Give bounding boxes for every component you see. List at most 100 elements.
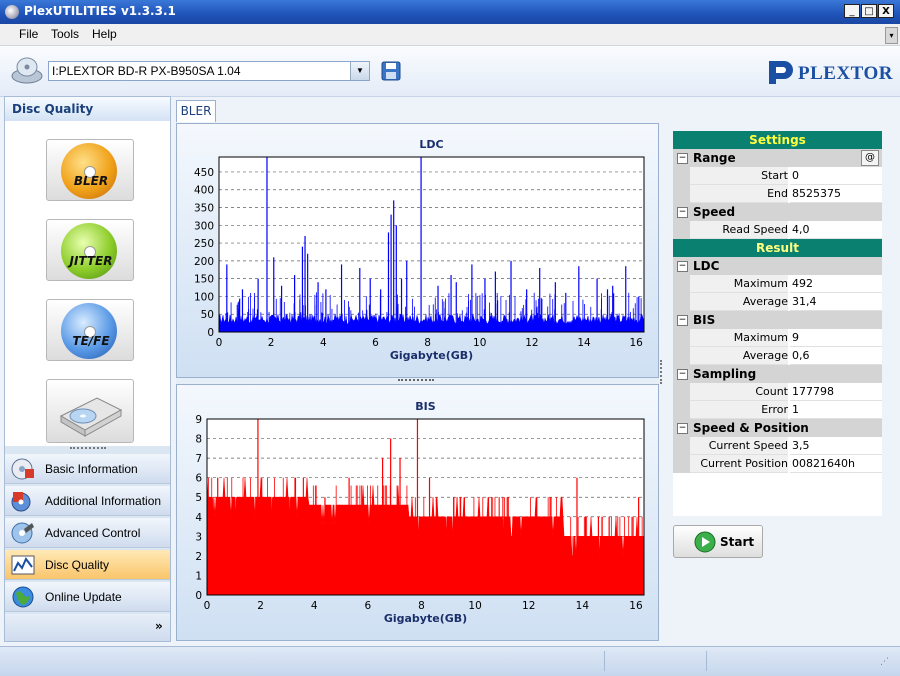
jitter-button[interactable]: JITTER [46, 219, 134, 281]
nav-basic-information-label: Basic Information [45, 462, 138, 476]
range-start-label: Start [690, 167, 788, 185]
save-icon[interactable] [381, 61, 401, 81]
sampling-error-value: 1 [790, 401, 882, 419]
speed-group-label: Speed [693, 205, 736, 219]
app-icon [5, 5, 19, 19]
x-axis-label: Gigabyte(GB) [390, 349, 473, 362]
nav-disc-quality[interactable]: Disc Quality [5, 550, 170, 580]
bis-avg-value: 0,6 [790, 347, 882, 365]
vertical-splitter-grip[interactable] [660, 360, 665, 384]
sampling-count-value: 177798 [790, 383, 882, 401]
chart-title: LDC [419, 138, 443, 151]
collapse-icon[interactable]: − [677, 423, 688, 434]
nav-online-update[interactable]: Online Update [5, 582, 170, 612]
ldc-chart: LDC 0 50 100 150 200 250 300 350 400 450 0 2 4 6 8 10 12 1… [194, 138, 645, 362]
bler-button[interactable]: BLER [46, 139, 134, 201]
bis-max-value: 9 [790, 329, 882, 347]
left-panel-header: Disc Quality [5, 97, 170, 121]
sampling-error-label: Error [690, 401, 788, 419]
x-axis-label: Gigabyte(GB) [384, 612, 467, 625]
disc-info-icon [11, 458, 34, 480]
read-speed-value[interactable]: 4,0 [790, 221, 882, 239]
resize-grip-icon[interactable]: ⋰ [880, 657, 894, 671]
chart-title: BIS [415, 400, 435, 413]
x-tick-label: 14 [576, 600, 590, 612]
ldc-group[interactable]: − LDC [673, 257, 882, 275]
result-header: Result [673, 239, 882, 257]
plextor-logo-icon [769, 61, 793, 84]
speed-position-group-label: Speed & Position [693, 421, 809, 435]
ldc-avg-label: Average [690, 293, 788, 311]
y-tick-label: 250 [194, 238, 214, 250]
collapse-icon[interactable]: − [677, 261, 688, 272]
ldc-avg-value: 31,4 [790, 293, 882, 311]
close-button[interactable]: X [878, 4, 894, 18]
tab-bler[interactable]: BLER [176, 100, 216, 122]
sampling-group[interactable]: − Sampling [673, 365, 882, 383]
collapse-icon[interactable]: − [677, 315, 688, 326]
y-tick-label: 7 [195, 453, 202, 465]
chevron-down-icon[interactable]: ▼ [350, 62, 369, 80]
current-speed-label: Current Speed [690, 437, 788, 455]
bis-avg-row: Average 0,6 [673, 347, 882, 365]
start-button[interactable]: Start [673, 525, 763, 558]
bis-group-label: BIS [693, 313, 716, 327]
menu-tools[interactable]: Tools [51, 27, 79, 41]
menu-file[interactable]: File [19, 27, 38, 41]
speed-group[interactable]: − Speed [673, 203, 882, 221]
nav-additional-information-label: Additional Information [45, 494, 162, 508]
drive-icon [11, 57, 43, 84]
collapse-icon[interactable]: − [677, 207, 688, 218]
tefe-button-label: TE/FE [72, 334, 110, 348]
status-bar: ⋰ [0, 646, 900, 676]
x-tick-label: 10 [468, 600, 481, 612]
range-group-label: Range [693, 151, 736, 165]
range-end-value[interactable]: 8525375 [790, 185, 882, 203]
x-tick-label: 4 [320, 337, 327, 349]
collapse-icon[interactable]: − [677, 153, 688, 164]
drive-tray-button[interactable] [46, 379, 134, 443]
menu-overflow-icon[interactable]: ▾ [885, 27, 898, 44]
nav-advanced-control[interactable]: Advanced Control [5, 518, 170, 548]
additional-info-icon [11, 492, 31, 512]
range-start-value[interactable]: 0 [790, 167, 882, 185]
y-tick-label: 4 [195, 512, 202, 524]
nav-basic-information[interactable]: Basic Information [5, 454, 170, 484]
title-bar: PlexUTILITIES v1.3.3.1 _ □ X [0, 0, 900, 24]
menu-help[interactable]: Help [92, 27, 117, 41]
minimize-button[interactable]: _ [844, 4, 860, 18]
expand-nav-icon[interactable]: » [155, 619, 163, 633]
ldc-max-value: 492 [790, 275, 882, 293]
range-end-row: End 8525375 [673, 185, 882, 203]
plot-area [219, 157, 644, 332]
current-position-value: 00821640h [790, 455, 882, 473]
sampling-count-row: Count 177798 [673, 383, 882, 401]
x-tick-label: 8 [418, 600, 425, 612]
ldc-chart-panel: LDC 0 50 100 150 200 250 300 350 400 450 0 2 4 6 8 10 12 1… [176, 123, 659, 378]
drive-tray-icon [59, 397, 123, 437]
y-tick-label: 0 [207, 327, 214, 339]
x-tick-label: 2 [268, 337, 275, 349]
sampling-group-label: Sampling [693, 367, 757, 381]
y-tick-label: 350 [194, 203, 214, 215]
speed-position-group[interactable]: − Speed & Position [673, 419, 882, 437]
tefe-button[interactable]: TE/FE [46, 299, 134, 361]
x-tick-label: 8 [424, 337, 431, 349]
ldc-max-label: Maximum [690, 275, 788, 293]
bler-disc-icon [61, 143, 117, 199]
collapse-icon[interactable]: − [677, 369, 688, 380]
y-tick-label: 1 [195, 570, 202, 582]
bis-max-row: Maximum 9 [673, 329, 882, 347]
x-tick-label: 6 [372, 337, 379, 349]
range-group[interactable]: − Range @ [673, 149, 882, 167]
panel-grip[interactable] [70, 447, 106, 452]
bis-group[interactable]: − BIS [673, 311, 882, 329]
drive-select[interactable]: I:PLEXTOR BD-R PX-B950SA 1.04 ▼ [48, 61, 370, 81]
read-speed-label: Read Speed [690, 221, 788, 239]
nav-additional-information[interactable]: Additional Information [5, 486, 170, 516]
y-tick-label: 100 [194, 291, 214, 303]
y-tick-label: 300 [194, 220, 214, 232]
range-at-button[interactable]: @ [861, 150, 879, 166]
bis-max-label: Maximum [690, 329, 788, 347]
maximize-button[interactable]: □ [861, 4, 877, 18]
